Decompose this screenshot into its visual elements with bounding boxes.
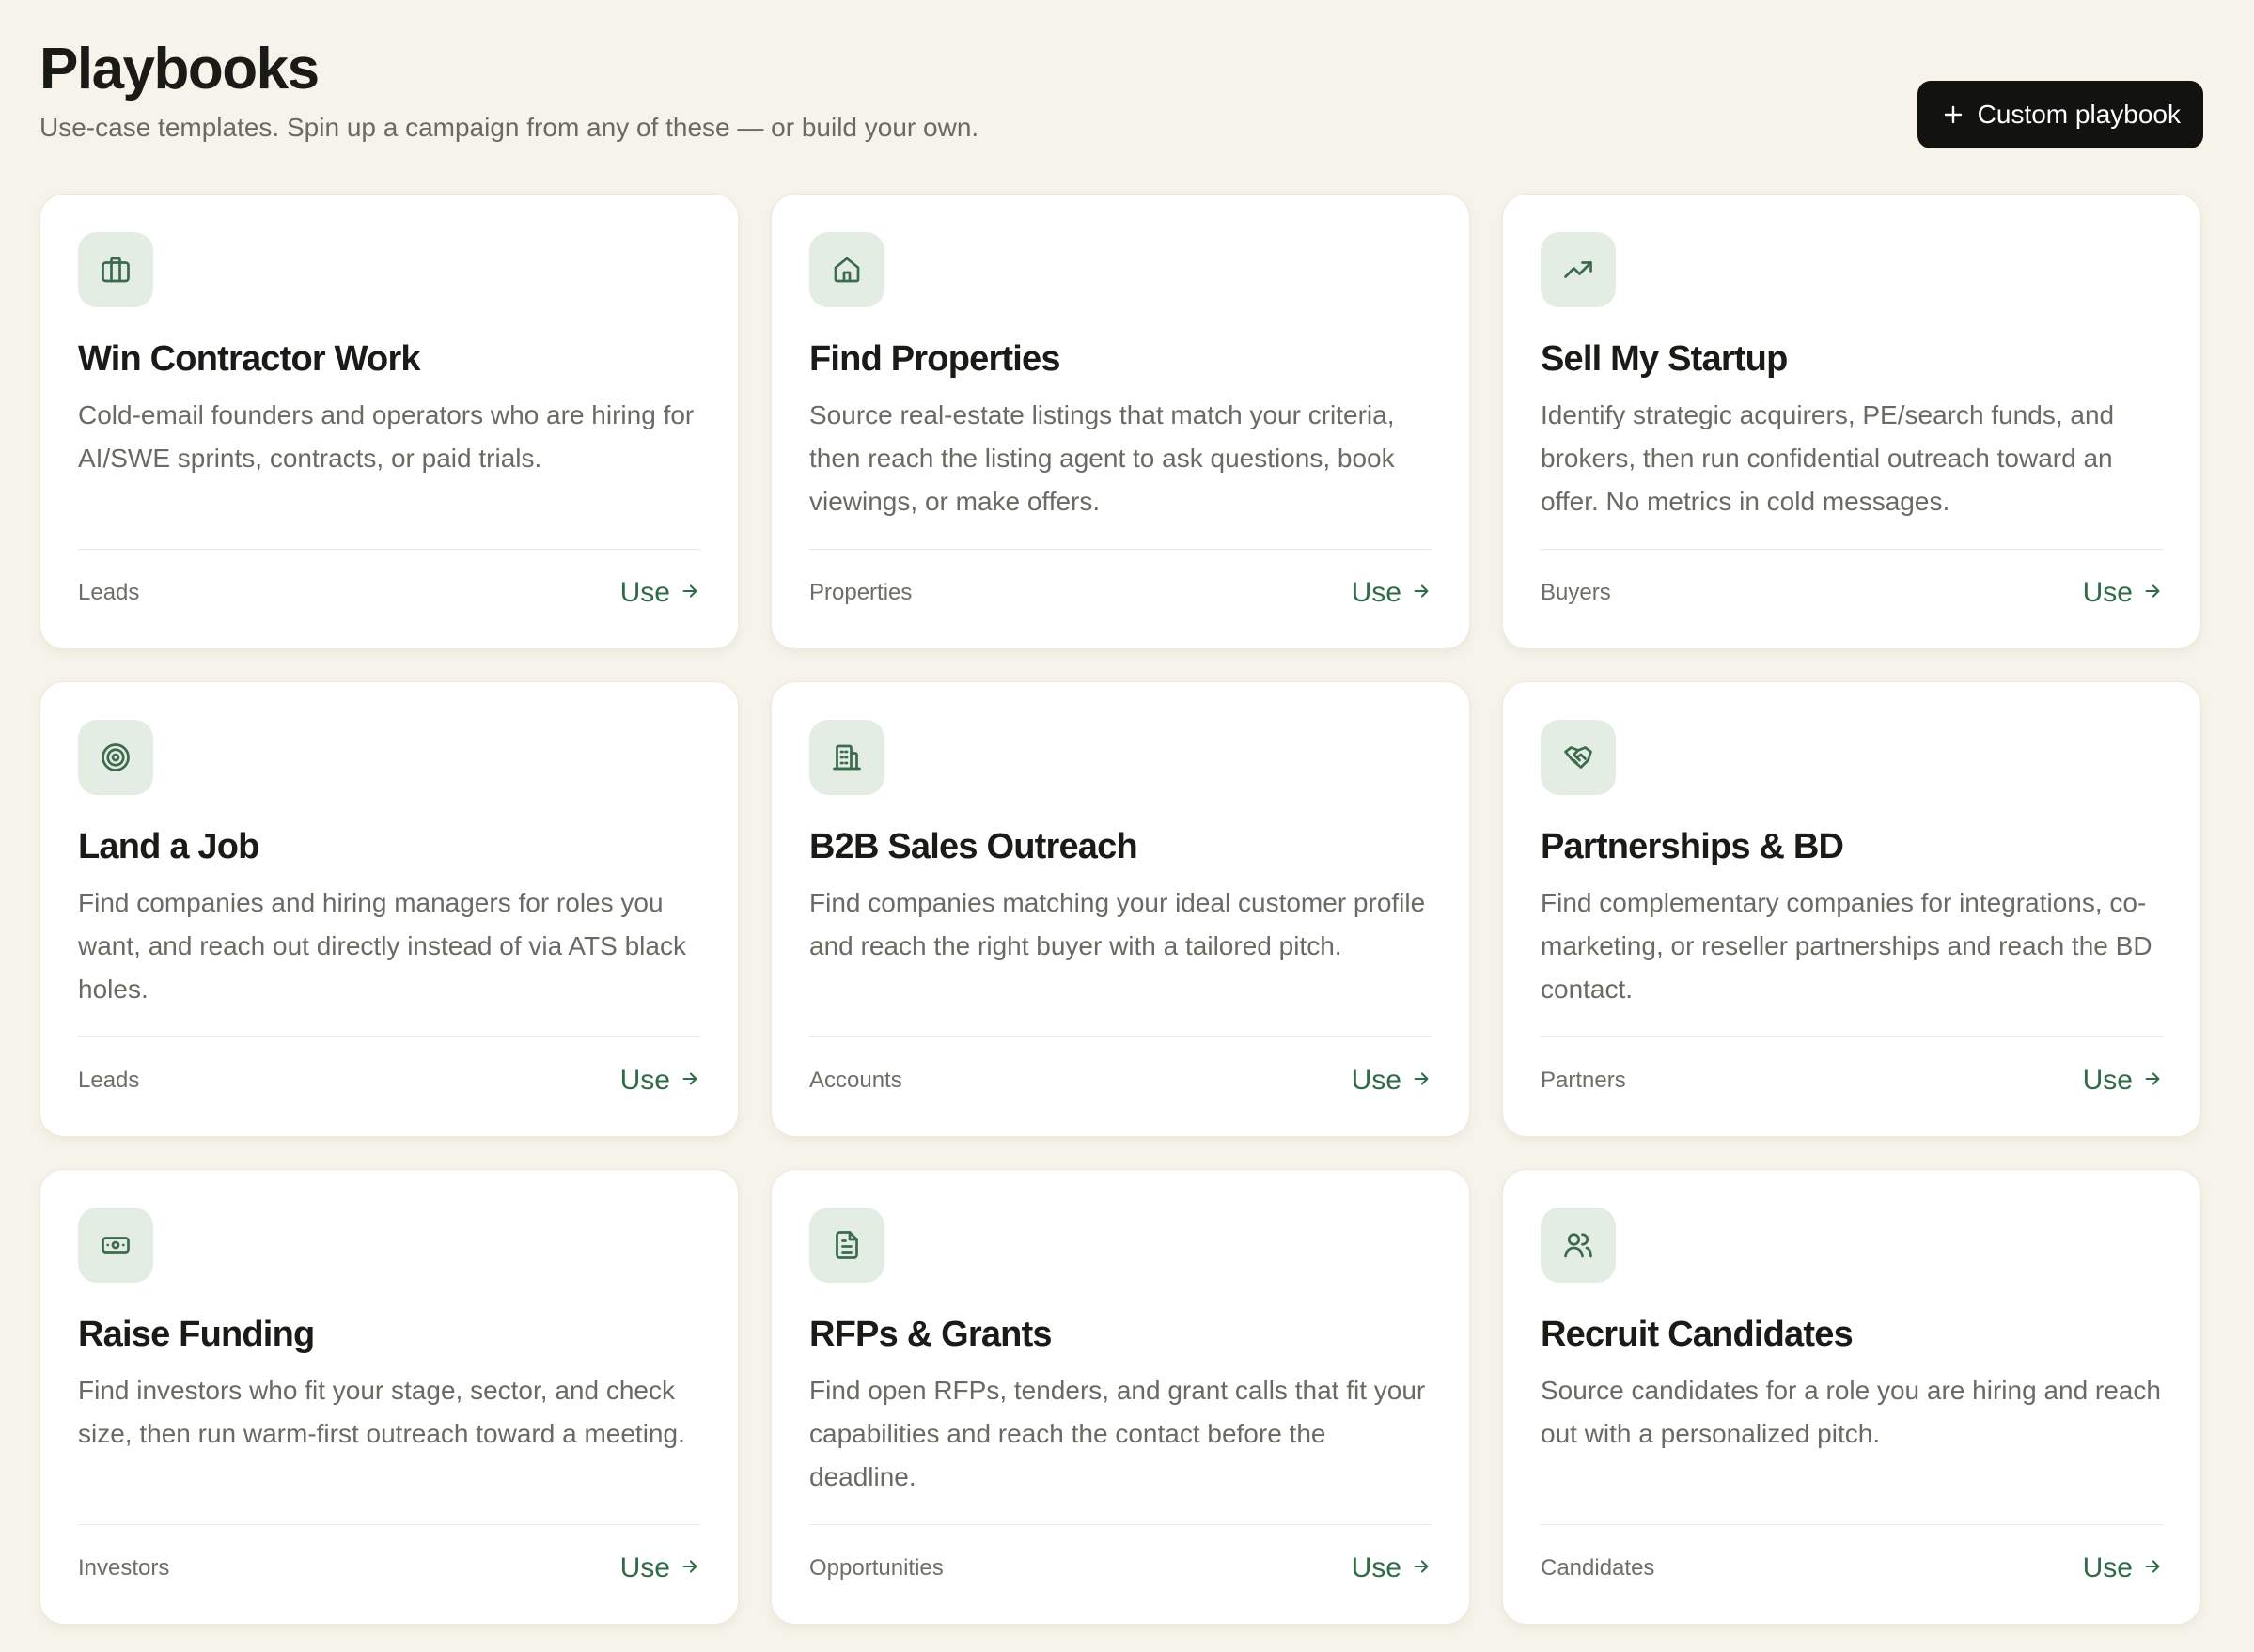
users-icon bbox=[1541, 1208, 1616, 1283]
card-tag: Accounts bbox=[809, 1067, 902, 1093]
card-tag: Candidates bbox=[1541, 1554, 1655, 1581]
arrow-right-icon bbox=[680, 577, 700, 609]
use-label: Use bbox=[2082, 576, 2133, 608]
card-description: Find investors who fit your stage, secto… bbox=[78, 1376, 685, 1448]
plus-icon bbox=[1942, 103, 1964, 126]
page-header: Playbooks Use-case templates. Spin up a … bbox=[39, 0, 2205, 194]
card-footer: Partners Use bbox=[1541, 1036, 2163, 1123]
use-button[interactable]: Use bbox=[2083, 1065, 2163, 1097]
card-description: Source real-estate listings that match y… bbox=[809, 400, 1395, 516]
card-title: Sell My Startup bbox=[1541, 339, 1788, 379]
use-button[interactable]: Use bbox=[2083, 1552, 2163, 1584]
handshake-icon bbox=[1541, 720, 1616, 795]
use-label: Use bbox=[2082, 1551, 2133, 1583]
arrow-right-icon bbox=[2142, 1065, 2163, 1097]
playbooks-page: Playbooks Use-case templates. Spin up a … bbox=[0, 0, 2254, 1652]
use-label: Use bbox=[1351, 576, 1401, 608]
card-description: Cold-email founders and operators who ar… bbox=[78, 400, 695, 473]
target-icon bbox=[78, 720, 153, 795]
card-description: Find companies and hiring managers for r… bbox=[78, 888, 686, 1004]
arrow-right-icon bbox=[1411, 1552, 1432, 1584]
document-icon bbox=[809, 1208, 884, 1283]
card-footer: Leads Use bbox=[78, 1036, 700, 1123]
arrow-right-icon bbox=[2142, 1552, 2163, 1584]
playbook-card-win-contractor-work: Win Contractor Work Cold-email founders … bbox=[39, 194, 739, 649]
use-label: Use bbox=[619, 576, 670, 608]
card-title: RFPs & Grants bbox=[809, 1315, 1053, 1354]
card-title: Raise Funding bbox=[78, 1315, 315, 1354]
use-label: Use bbox=[619, 1064, 670, 1096]
card-tag: Investors bbox=[78, 1554, 170, 1581]
card-description: Source candidates for a role you are hir… bbox=[1541, 1376, 2161, 1448]
card-footer: Opportunities Use bbox=[809, 1524, 1432, 1611]
use-button[interactable]: Use bbox=[1352, 1065, 1432, 1097]
playbook-card-raise-funding: Raise Funding Find investors who fit you… bbox=[39, 1169, 739, 1625]
card-tag: Partners bbox=[1541, 1067, 1626, 1093]
banknote-icon bbox=[78, 1208, 153, 1283]
card-title: Win Contractor Work bbox=[78, 339, 421, 379]
card-footer: Investors Use bbox=[78, 1524, 700, 1611]
card-title: Recruit Candidates bbox=[1541, 1315, 1854, 1354]
building-icon bbox=[809, 720, 884, 795]
card-tag: Leads bbox=[78, 579, 140, 605]
playbook-card-sell-my-startup: Sell My Startup Identify strategic acqui… bbox=[1502, 194, 2201, 649]
use-button[interactable]: Use bbox=[1352, 1552, 1432, 1584]
arrow-right-icon bbox=[1411, 577, 1432, 609]
card-footer: Buyers Use bbox=[1541, 549, 2163, 635]
playbook-card-partnerships-bd: Partnerships & BD Find complementary com… bbox=[1502, 681, 2201, 1137]
playbook-card-recruit-candidates: Recruit Candidates Source candidates for… bbox=[1502, 1169, 2201, 1625]
custom-playbook-button[interactable]: Custom playbook bbox=[1917, 81, 2203, 148]
page-subtitle: Use-case templates. Spin up a campaign f… bbox=[39, 113, 979, 142]
arrow-right-icon bbox=[2142, 577, 2163, 609]
home-icon bbox=[809, 232, 884, 307]
use-button[interactable]: Use bbox=[620, 577, 700, 609]
arrow-right-icon bbox=[680, 1065, 700, 1097]
playbook-card-b2b-sales-outreach: B2B Sales Outreach Find companies matchi… bbox=[771, 681, 1470, 1137]
card-footer: Accounts Use bbox=[809, 1036, 1432, 1123]
card-description: Identify strategic acquirers, PE/search … bbox=[1541, 400, 2115, 516]
card-title: Partnerships & BD bbox=[1541, 827, 1844, 866]
card-title: B2B Sales Outreach bbox=[809, 827, 1138, 866]
card-tag: Buyers bbox=[1541, 579, 1611, 605]
page-title: Playbooks bbox=[39, 37, 320, 101]
card-tag: Opportunities bbox=[809, 1554, 944, 1581]
card-footer: Leads Use bbox=[78, 549, 700, 635]
card-description: Find companies matching your ideal custo… bbox=[809, 888, 1426, 960]
trending-up-icon bbox=[1541, 232, 1616, 307]
playbook-card-rfps-grants: RFPs & Grants Find open RFPs, tenders, a… bbox=[771, 1169, 1470, 1625]
use-button[interactable]: Use bbox=[620, 1065, 700, 1097]
arrow-right-icon bbox=[680, 1552, 700, 1584]
card-footer: Candidates Use bbox=[1541, 1524, 2163, 1611]
playbook-grid: Win Contractor Work Cold-email founders … bbox=[39, 194, 2205, 1625]
playbook-card-land-a-job: Land a Job Find companies and hiring man… bbox=[39, 681, 739, 1137]
use-label: Use bbox=[619, 1551, 670, 1583]
use-label: Use bbox=[1351, 1551, 1401, 1583]
card-tag: Properties bbox=[809, 579, 913, 605]
card-description: Find complementary companies for integra… bbox=[1541, 888, 2152, 1004]
use-label: Use bbox=[2082, 1064, 2133, 1096]
card-footer: Properties Use bbox=[809, 549, 1432, 635]
briefcase-icon bbox=[78, 232, 153, 307]
card-description: Find open RFPs, tenders, and grant calls… bbox=[809, 1376, 1426, 1491]
card-title: Find Properties bbox=[809, 339, 1061, 379]
playbook-card-find-properties: Find Properties Source real-estate listi… bbox=[771, 194, 1470, 649]
custom-playbook-label: Custom playbook bbox=[1977, 100, 2181, 129]
arrow-right-icon bbox=[1411, 1065, 1432, 1097]
use-button[interactable]: Use bbox=[620, 1552, 700, 1584]
card-title: Land a Job bbox=[78, 827, 259, 866]
use-button[interactable]: Use bbox=[2083, 577, 2163, 609]
use-label: Use bbox=[1351, 1064, 1401, 1096]
card-tag: Leads bbox=[78, 1067, 140, 1093]
use-button[interactable]: Use bbox=[1352, 577, 1432, 609]
